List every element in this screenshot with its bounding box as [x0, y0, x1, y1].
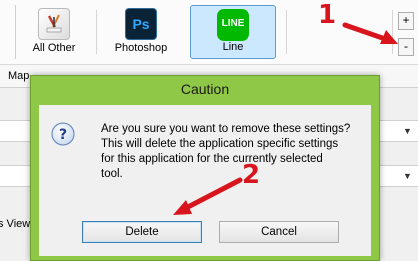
delete-button[interactable]: Delete: [82, 221, 202, 243]
annotation-number-2: 2: [242, 160, 261, 190]
caution-dialog: Caution ? Are you sure you want to remov…: [30, 75, 380, 261]
question-icon: ?: [51, 122, 75, 146]
app-label: Line: [222, 41, 244, 53]
brush-app-icon: [38, 8, 70, 40]
remove-application-button[interactable]: -: [398, 38, 414, 56]
add-application-button[interactable]: +: [398, 12, 414, 30]
toolbar-divider: [286, 10, 287, 54]
toolbar-divider: [392, 10, 393, 54]
chevron-down-icon: ▼: [403, 126, 412, 136]
chevron-down-icon: ▼: [403, 171, 412, 181]
cancel-button[interactable]: Cancel: [219, 221, 339, 243]
partial-app-tile[interactable]: [0, 5, 16, 59]
app-tile-all-other[interactable]: All Other: [22, 5, 86, 59]
svg-text:?: ?: [59, 127, 67, 143]
app-label: Photoshop: [114, 42, 168, 54]
dialog-message: Are you sure you want to remove these se…: [101, 123, 351, 180]
app-label: All Other: [32, 42, 76, 54]
annotation-number-1: 1: [318, 0, 337, 30]
toolbar-divider: [96, 10, 97, 54]
line-app-icon: LINE: [217, 9, 249, 41]
app-tile-photoshop[interactable]: Ps Photoshop: [103, 5, 179, 59]
tab-map[interactable]: Map: [8, 70, 29, 82]
views-label: s View: [0, 218, 31, 230]
photoshop-icon: Ps: [125, 8, 157, 40]
dialog-body: ? Are you sure you want to remove these …: [39, 105, 371, 256]
app-toolbar: All Other Ps Photoshop LINE Line + -: [0, 0, 418, 65]
app-tile-line-selected[interactable]: LINE Line: [190, 5, 276, 59]
dialog-title: Caution: [180, 81, 230, 97]
